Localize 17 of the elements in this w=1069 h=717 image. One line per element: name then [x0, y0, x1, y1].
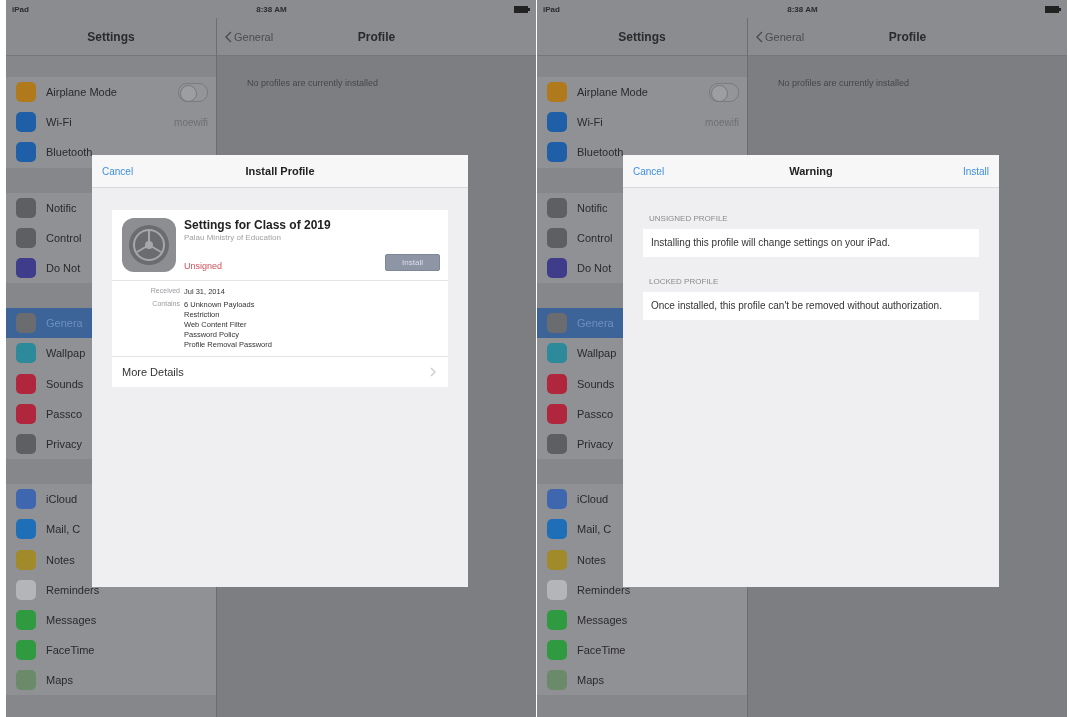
- clock: 8:38 AM: [256, 4, 287, 14]
- warning-text: Once installed, this profile can't be removed without authorization.: [643, 292, 979, 320]
- warning-text: Installing this profile will change settings on your iPad.: [643, 229, 979, 257]
- page-title: Profile: [888, 29, 927, 44]
- profile-status: Unsigned: [184, 261, 223, 271]
- carrier-label: iPad: [543, 4, 560, 14]
- profile-organization: Palau Ministry of Education: [184, 233, 282, 242]
- page-title: Profile: [357, 29, 396, 44]
- profile-name: Settings for Class of 2019: [184, 218, 332, 232]
- dialog-title: Warning: [789, 165, 833, 177]
- section-heading: LOCKED PROFILE: [649, 277, 720, 286]
- clock: 8:38 AM: [787, 4, 818, 14]
- carrier-label: iPad: [12, 4, 29, 14]
- sidebar-title: Settings: [618, 29, 666, 44]
- section-heading: UNSIGNED PROFILE: [649, 214, 729, 223]
- dialog-title: Install Profile: [245, 165, 315, 177]
- sidebar-title: Settings: [87, 29, 135, 44]
